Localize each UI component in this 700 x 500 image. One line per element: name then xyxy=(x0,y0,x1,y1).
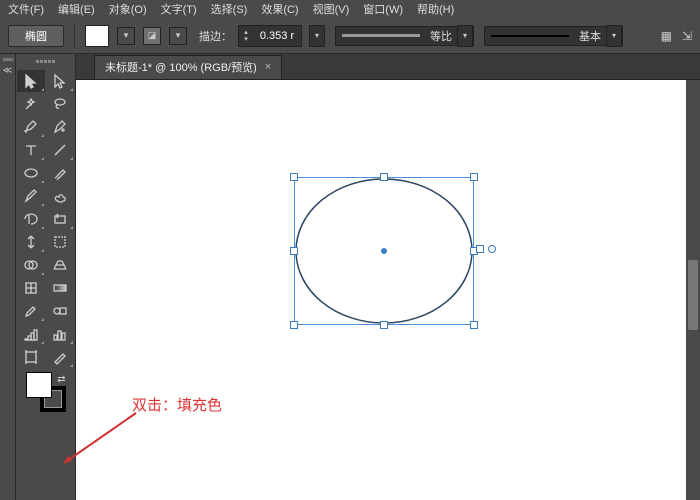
fill-option-2[interactable]: ◪ xyxy=(143,27,161,45)
fill-color-sq[interactable] xyxy=(26,372,52,398)
panel-toggle-icon[interactable]: ≪ xyxy=(3,65,12,76)
align-icon[interactable]: ▦ xyxy=(661,29,672,43)
menu-edit[interactable]: 编辑(E) xyxy=(58,1,95,17)
transform-icon[interactable]: ⇲ xyxy=(682,29,692,43)
handle-top-left[interactable] xyxy=(290,173,298,181)
type-tool[interactable] xyxy=(17,139,45,161)
fill-option-1[interactable]: ▾ xyxy=(117,27,135,45)
symbol-sprayer-tool[interactable] xyxy=(17,323,45,345)
curvature-tool[interactable] xyxy=(46,116,74,138)
menu-view[interactable]: 视图(V) xyxy=(313,1,350,17)
document-tab-bar: 未标题-1* @ 100% (RGB/预览) × xyxy=(76,54,700,80)
toolbox: ⇄ xyxy=(16,54,76,500)
document-tab[interactable]: 未标题-1* @ 100% (RGB/预览) × xyxy=(94,55,282,79)
shape-builder-tool[interactable] xyxy=(17,254,45,276)
stroke-weight-dropdown[interactable]: ▾ xyxy=(309,25,325,47)
perspective-tool[interactable] xyxy=(46,254,74,276)
brush-definition[interactable]: 基本 ▾ xyxy=(484,26,623,46)
lasso-tool[interactable] xyxy=(46,93,74,115)
handle-top-right[interactable] xyxy=(470,173,478,181)
live-shape-handle[interactable] xyxy=(476,245,496,253)
pen-tool[interactable] xyxy=(17,116,45,138)
blob-brush-tool[interactable] xyxy=(46,185,74,207)
handle-bottom-mid[interactable] xyxy=(380,321,388,329)
document-tab-title: 未标题-1* @ 100% (RGB/预览) xyxy=(105,59,257,75)
handle-top-mid[interactable] xyxy=(380,173,388,181)
direct-selection-tool[interactable] xyxy=(46,70,74,92)
control-bar: 椭圆 ▾ ◪ ▾ 描边： ▴▾ ▾ 等比 ▾ 基本 ▾ ▦ ⇲ xyxy=(0,18,700,54)
handle-bottom-right[interactable] xyxy=(470,321,478,329)
paintbrush-tool[interactable] xyxy=(46,162,74,184)
rotate-tool[interactable] xyxy=(46,208,74,230)
pencil-tool[interactable] xyxy=(17,185,45,207)
menu-type[interactable]: 文字(T) xyxy=(161,1,197,17)
left-panel-strip: ≪ xyxy=(0,54,16,500)
scale-tool[interactable] xyxy=(17,231,45,253)
menu-select[interactable]: 选择(S) xyxy=(211,1,248,17)
selected-object[interactable] xyxy=(294,177,474,325)
handle-bottom-left[interactable] xyxy=(290,321,298,329)
width-profile[interactable]: 等比 ▾ xyxy=(335,26,474,46)
stroke-weight-input[interactable] xyxy=(253,30,301,42)
gradient-tool[interactable] xyxy=(46,277,74,299)
workspace: 未标题-1* @ 100% (RGB/预览) × xyxy=(76,54,700,500)
menu-help[interactable]: 帮助(H) xyxy=(417,1,454,17)
vertical-scrollbar[interactable] xyxy=(686,80,700,500)
free-transform-tool[interactable] xyxy=(46,231,74,253)
width-profile-dropdown[interactable]: ▾ xyxy=(457,25,473,47)
menu-object[interactable]: 对象(O) xyxy=(109,1,147,17)
slice-tool[interactable] xyxy=(46,346,74,368)
swap-fill-stroke-icon[interactable]: ⇄ xyxy=(57,374,65,385)
mesh-tool[interactable] xyxy=(17,277,45,299)
handle-mid-left[interactable] xyxy=(290,247,298,255)
artboard-tool[interactable] xyxy=(17,346,45,368)
eraser-tool[interactable] xyxy=(17,208,45,230)
menu-file[interactable]: 文件(F) xyxy=(8,1,44,17)
annotation-text: 双击：填充色 xyxy=(132,394,222,415)
stroke-weight-field[interactable]: ▴▾ xyxy=(238,25,302,47)
center-point xyxy=(381,248,387,254)
magic-wand-tool[interactable] xyxy=(17,93,45,115)
ellipse-tool[interactable] xyxy=(17,162,45,184)
line-segment-tool[interactable] xyxy=(46,139,74,161)
blend-tool[interactable] xyxy=(46,300,74,322)
fill-stroke-control[interactable]: ⇄ xyxy=(26,372,66,412)
column-graph-tool[interactable] xyxy=(46,323,74,345)
stroke-label: 描边： xyxy=(199,28,232,44)
selection-tool[interactable] xyxy=(17,70,45,92)
fill-swatch[interactable] xyxy=(85,25,109,47)
menu-window[interactable]: 窗口(W) xyxy=(363,1,403,17)
brush-dropdown[interactable]: ▾ xyxy=(606,25,622,47)
eyedropper-tool[interactable] xyxy=(17,300,45,322)
canvas[interactable] xyxy=(76,80,686,500)
close-tab-icon[interactable]: × xyxy=(265,61,271,73)
menu-effect[interactable]: 效果(C) xyxy=(261,1,298,17)
active-tool-label: 椭圆 xyxy=(8,25,64,47)
fill-option-3[interactable]: ▾ xyxy=(169,27,187,45)
menu-bar: 文件(F) 编辑(E) 对象(O) 文字(T) 选择(S) 效果(C) 视图(V… xyxy=(0,0,700,18)
